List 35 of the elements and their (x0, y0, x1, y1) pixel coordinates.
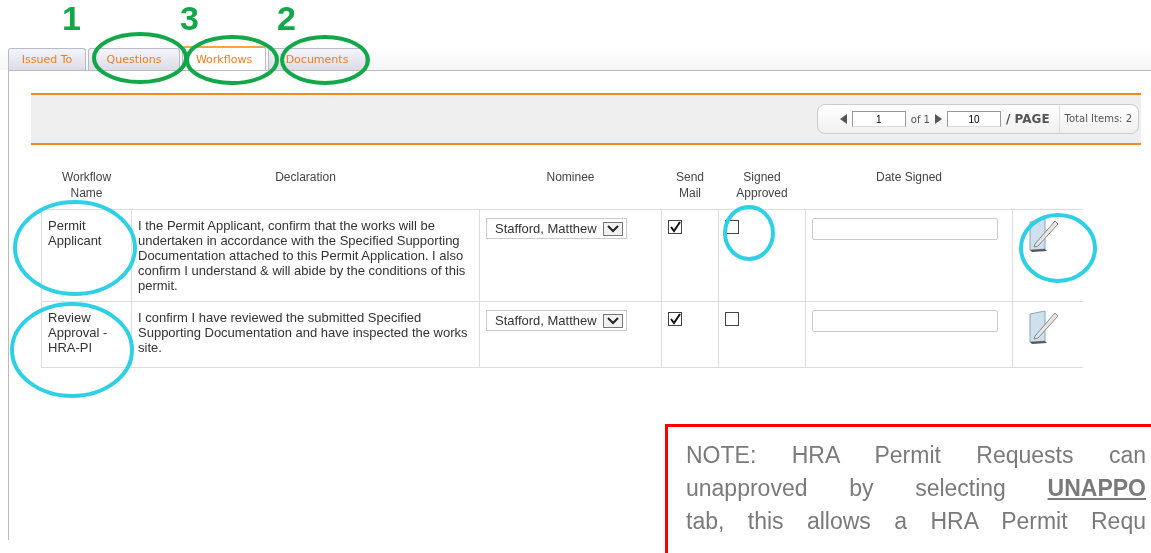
column-header: Send Mail (661, 165, 719, 210)
table-cell: I the Permit Applicant, confirm that the works will be undertaken in accordance with the Specified Supporting Documentation attached to this Permit Application. I also confirm I understand & will abide by the conditions of this permit. (131, 209, 480, 302)
date-field[interactable] (812, 310, 998, 332)
checkbox[interactable] (668, 220, 682, 234)
checkbox[interactable] (668, 312, 682, 326)
column-header: Signed Approved (718, 165, 806, 210)
column-header: Date Signed (805, 165, 1013, 210)
page-field[interactable]: 1 (851, 111, 906, 127)
total-items: Total Items: 2 (1058, 105, 1132, 133)
checkbox[interactable] (725, 312, 739, 326)
page-count: of 1 (910, 113, 930, 125)
step-number: 2 (277, 0, 296, 38)
nominee-dropdown[interactable]: Stafford, Matthew (486, 310, 627, 331)
date-field[interactable] (812, 218, 998, 240)
note-text: unapproved by selecting UNAPPO (686, 474, 1146, 503)
caret-icon[interactable] (602, 221, 623, 236)
table-cell: Permit Applicant (41, 209, 132, 302)
column-header: Workflow Name (41, 165, 132, 210)
page-size-field[interactable]: 10 (947, 111, 1001, 127)
step-number: 3 (180, 0, 199, 38)
next-icon[interactable] (935, 114, 942, 124)
edit-icon[interactable] (1027, 308, 1059, 344)
table-cell: Review Approval - HRA-PI (41, 301, 132, 368)
step-number: 1 (62, 0, 81, 38)
nominee-dropdown[interactable]: Stafford, Matthew (486, 218, 627, 239)
previous-icon[interactable] (839, 114, 847, 124)
caret-icon[interactable] (602, 313, 623, 328)
column-header: Nominee (479, 165, 662, 210)
edit-icon[interactable] (1027, 216, 1059, 252)
page-label: / PAGE (1006, 112, 1051, 126)
note-text: tab, this allows a HRA Permit Requ (686, 507, 1146, 536)
note-text: NOTE: HRA Permit Requests can (686, 441, 1146, 470)
table-cell: I confirm I have reviewed the submitted Specified Supporting Documentation and have inspected the works site. (131, 301, 480, 368)
highlight-ellipse (721, 203, 777, 263)
column-header: Declaration (131, 165, 480, 210)
